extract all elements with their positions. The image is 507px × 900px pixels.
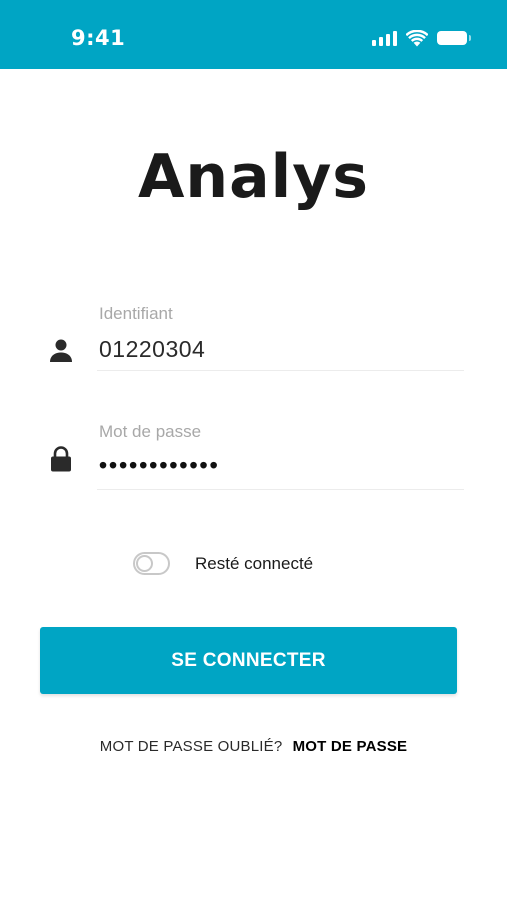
user-icon bbox=[50, 339, 72, 362]
password-field[interactable]: Mot de passe •••••••••••• bbox=[0, 420, 507, 492]
lock-icon bbox=[51, 446, 71, 472]
remember-label: Resté connecté bbox=[195, 553, 314, 573]
username-label: Identifiant bbox=[99, 304, 173, 323]
username-input[interactable]: 01220304 bbox=[99, 336, 205, 363]
toggle-knob bbox=[136, 555, 153, 572]
username-field[interactable]: Identifiant 01220304 bbox=[0, 300, 507, 372]
remember-toggle[interactable] bbox=[133, 552, 170, 575]
login-button[interactable]: SE CONNECTER bbox=[40, 627, 457, 694]
app-logo: Analys bbox=[137, 142, 370, 212]
wifi-icon bbox=[406, 29, 428, 46]
status-time: 9:41 bbox=[71, 26, 126, 50]
signal-icon bbox=[372, 30, 397, 46]
forgot-password: MOT DE PASSE OUBLIÉ? MOT DE PASSE bbox=[0, 738, 507, 755]
password-input[interactable]: •••••••••••• bbox=[99, 452, 220, 479]
username-underline bbox=[97, 370, 464, 371]
remember-me[interactable]: Resté connecté bbox=[133, 552, 313, 575]
password-underline bbox=[97, 489, 464, 490]
password-label: Mot de passe bbox=[99, 422, 202, 441]
battery-icon bbox=[437, 31, 471, 45]
forgot-password-link[interactable]: MOT DE PASSE bbox=[293, 738, 408, 755]
status-icons bbox=[372, 28, 471, 48]
forgot-password-question: MOT DE PASSE OUBLIÉ? bbox=[99, 738, 283, 755]
status-bar: 9:41 bbox=[0, 0, 507, 69]
